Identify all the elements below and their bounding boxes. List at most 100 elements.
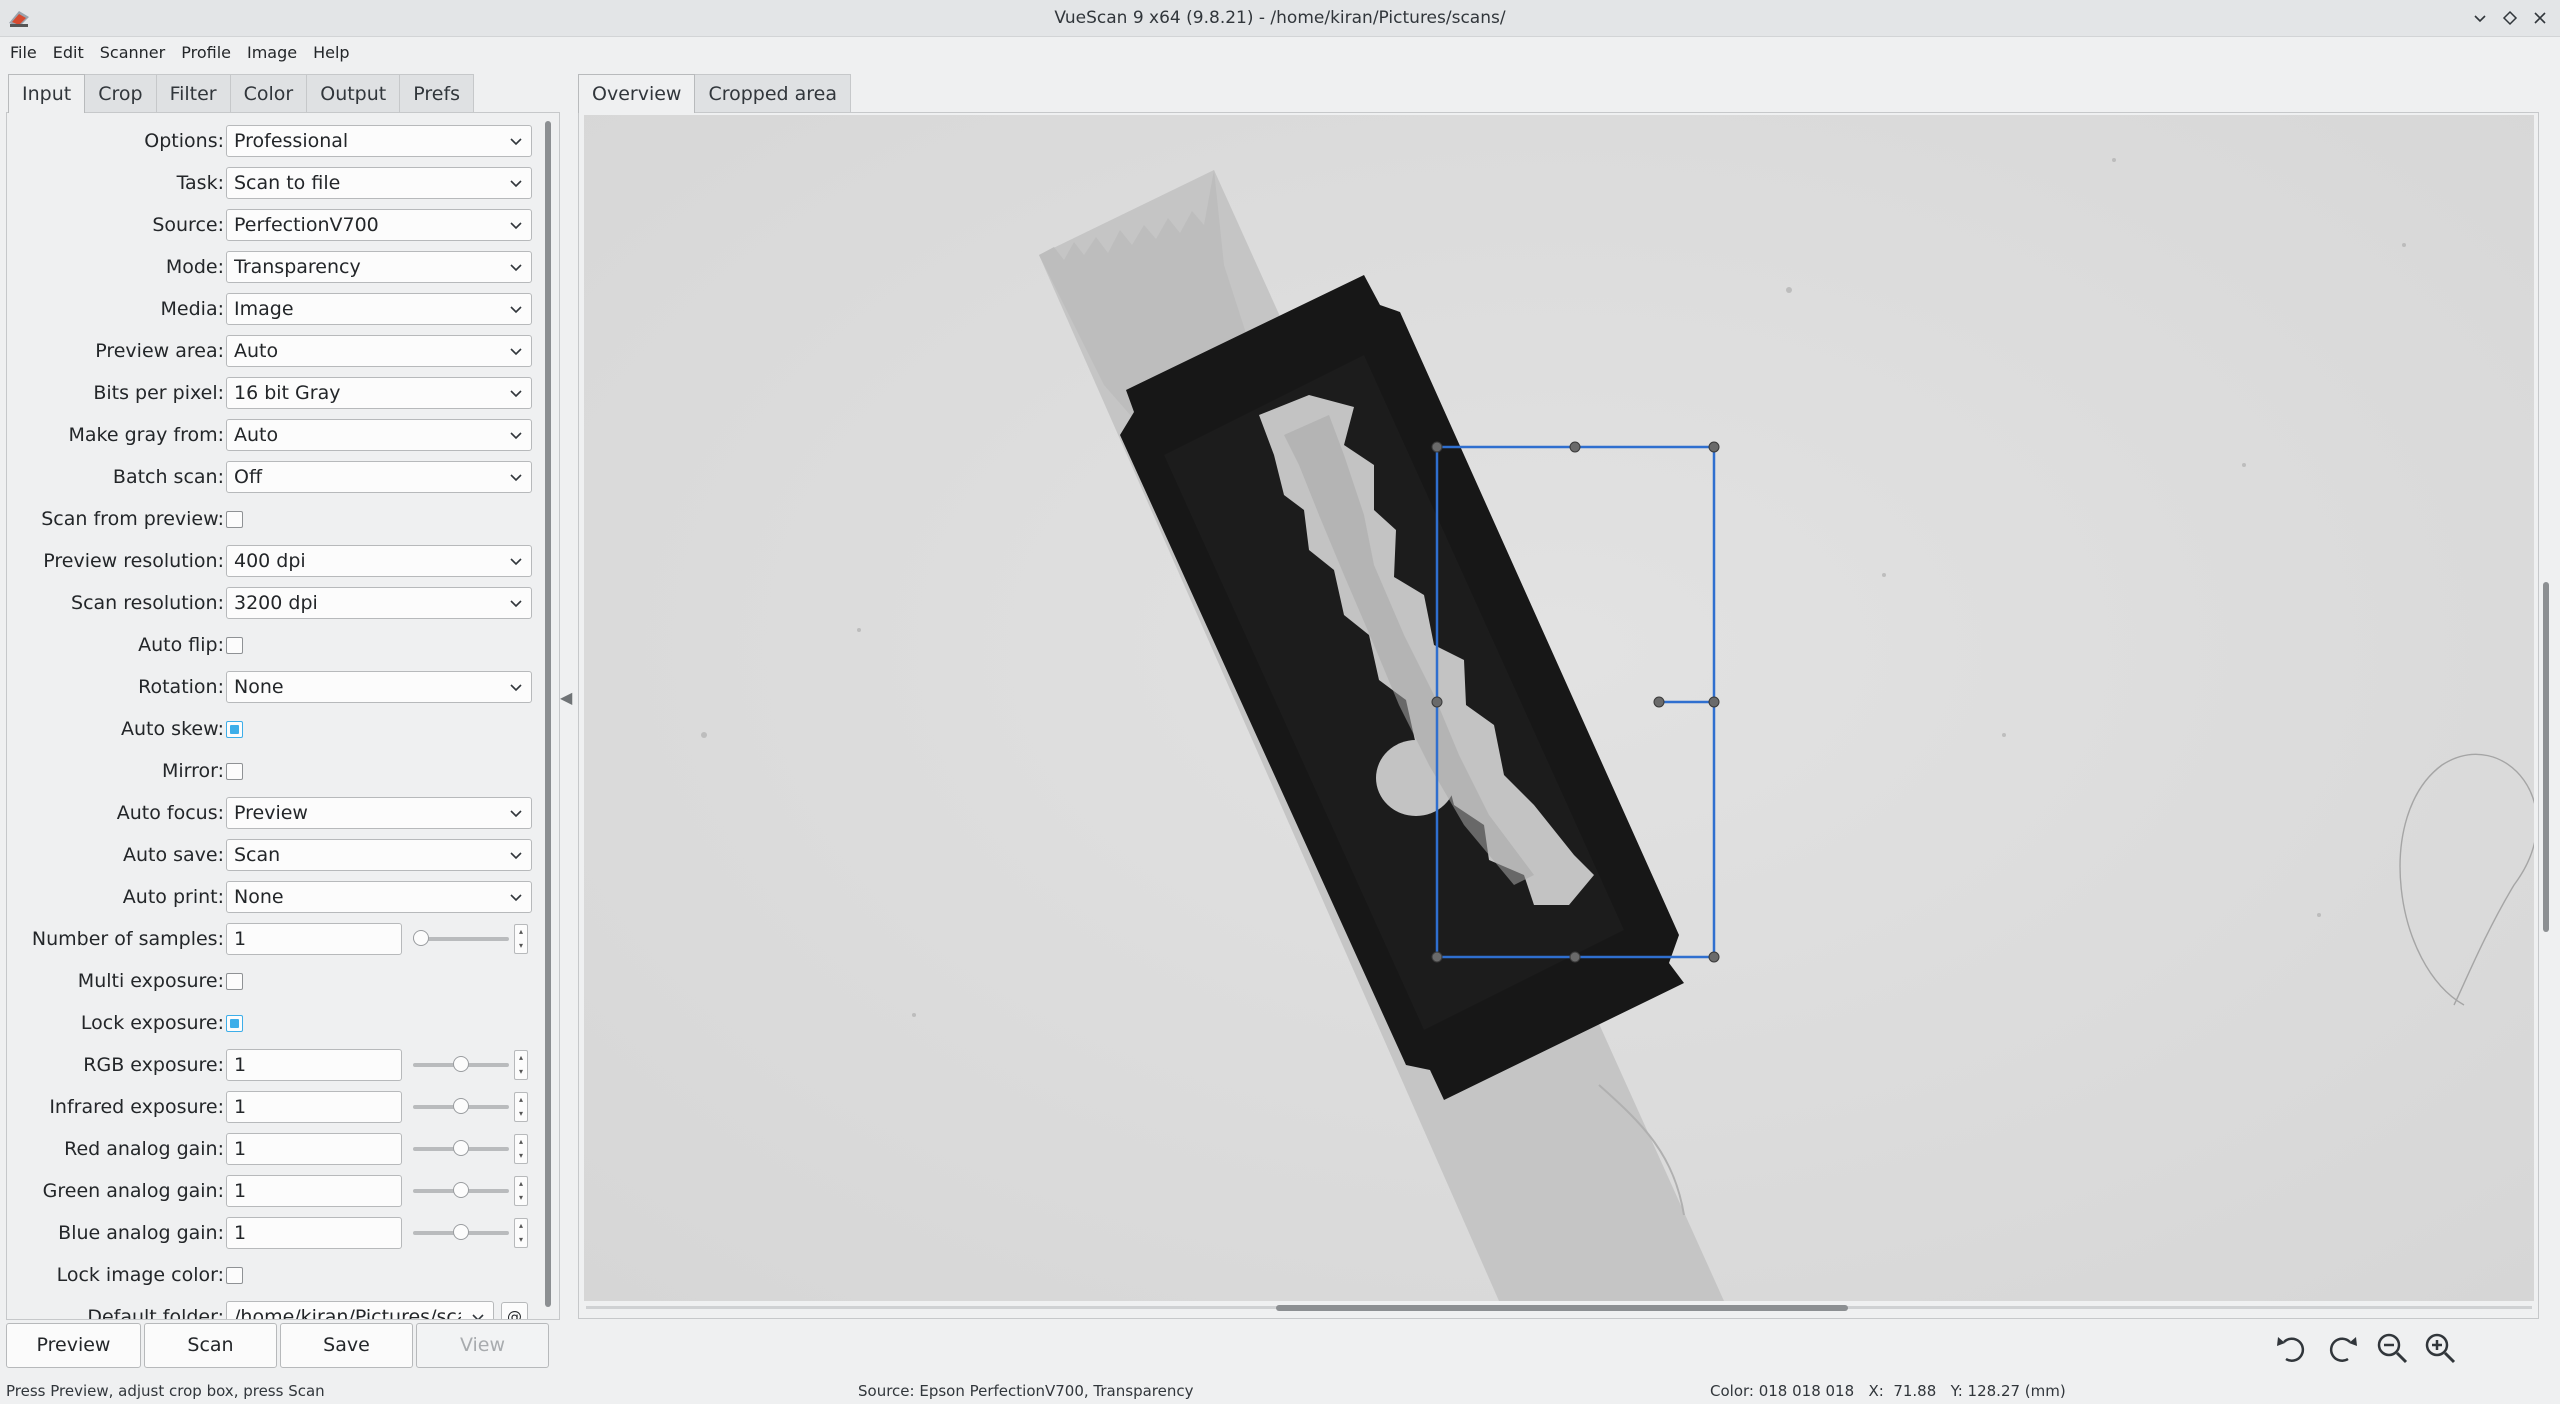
tab-input[interactable]: Input [8,74,86,113]
preview-area-select[interactable]: Auto [226,335,532,367]
auto-skew-checkbox[interactable] [226,721,243,738]
settings-scrollbar[interactable] [545,121,551,1307]
menu-profile[interactable]: Profile [181,43,231,62]
lock-image-color-checkbox[interactable] [226,1267,243,1284]
auto-flip-label: Auto flip: [138,634,224,656]
scan-button[interactable]: Scan [144,1323,277,1368]
infrared-exposure-slider[interactable] [413,1098,509,1114]
preview-area[interactable] [578,112,2539,1319]
chevron-down-icon [510,348,522,356]
slider-handle[interactable] [453,1056,469,1072]
slider-handle[interactable] [413,930,429,946]
menu-edit[interactable]: Edit [53,43,84,62]
mirror-checkbox[interactable] [226,763,243,780]
red-analog-gain-stepper[interactable]: ▴ ▾ [514,1134,528,1164]
number-of-samples-input[interactable]: 1 [226,923,402,955]
auto-save-select[interactable]: Scan [226,839,532,871]
slider-handle[interactable] [453,1140,469,1156]
setting-row-auto-print: Auto print: None [7,879,537,915]
slider-handle[interactable] [453,1224,469,1240]
red-analog-gain-slider[interactable] [413,1140,509,1156]
tab-prefs[interactable]: Prefs [399,74,475,112]
collapse-panel-arrow-icon[interactable]: ◀ [560,688,574,712]
green-analog-gain-stepper[interactable]: ▴ ▾ [514,1176,528,1206]
task-select[interactable]: Scan to file [226,167,532,199]
multi-exposure-label: Multi exposure: [77,970,224,992]
tab-cropped-area[interactable]: Cropped area [694,74,852,112]
setting-row-blue-analog-gain: Blue analog gain: 1 ▴ ▾ [7,1215,537,1251]
auto-focus-select[interactable]: Preview [226,797,532,829]
restore-icon[interactable] [2496,4,2524,32]
scan-preview-image[interactable] [584,115,2534,1301]
preview-resolution-label: Preview resolution: [43,550,224,572]
green-analog-gain-input[interactable]: 1 [226,1175,402,1207]
rotate-right-icon[interactable] [2322,1328,2362,1368]
media-select[interactable]: Image [226,293,532,325]
red-analog-gain-input[interactable]: 1 [226,1133,402,1165]
media-label: Media: [160,298,224,320]
save-button[interactable]: Save [280,1323,413,1368]
menu-scanner[interactable]: Scanner [100,43,165,62]
options-label: Options: [144,130,224,152]
slider-handle[interactable] [453,1098,469,1114]
setting-row-lock-image-color: Lock image color: [7,1257,537,1293]
tab-filter[interactable]: Filter [155,74,231,112]
close-icon[interactable] [2526,4,2554,32]
auto-flip-checkbox[interactable] [226,637,243,654]
make-gray-from-select[interactable]: Auto [226,419,532,451]
chevron-down-icon [510,432,522,440]
make-gray-from-label: Make gray from: [68,424,224,446]
menu-image[interactable]: Image [247,43,297,62]
zoom-in-icon[interactable] [2420,1328,2460,1368]
menu-file[interactable]: File [10,43,37,62]
auto-print-select[interactable]: None [226,881,532,913]
rotation-select[interactable]: None [226,671,532,703]
batch-scan-label: Batch scan: [112,466,224,488]
blue-analog-gain-input[interactable]: 1 [226,1217,402,1249]
chevron-down-icon [472,1314,484,1319]
default-folder-select[interactable]: /home/kiran/Pictures/scar [226,1301,494,1319]
chevron-down-icon [510,138,522,146]
setting-row-scan-from-preview: Scan from preview: [7,501,537,537]
rgb-exposure-stepper[interactable]: ▴ ▾ [514,1050,528,1080]
tab-overview[interactable]: Overview [578,74,696,113]
mode-select[interactable]: Transparency [226,251,532,283]
menu-help[interactable]: Help [313,43,349,62]
setting-row-number-of-samples: Number of samples: 1 ▴ ▾ [7,921,537,957]
number-of-samples-stepper[interactable]: ▴ ▾ [514,924,528,954]
multi-exposure-checkbox[interactable] [226,973,243,990]
bits-per-pixel-label: Bits per pixel: [93,382,224,404]
source-select[interactable]: PerfectionV700 [226,209,532,241]
green-analog-gain-slider[interactable] [413,1182,509,1198]
blue-analog-gain-slider[interactable] [413,1224,509,1240]
tab-crop[interactable]: Crop [84,74,157,112]
scan-from-preview-checkbox[interactable] [226,511,243,528]
browse-folder-button[interactable]: @ [501,1302,528,1319]
tab-output[interactable]: Output [306,74,401,112]
setting-row-auto-flip: Auto flip: [7,627,537,663]
bits-per-pixel-select[interactable]: 16 bit Gray [226,377,532,409]
view-button[interactable]: View [416,1323,549,1368]
number-of-samples-slider[interactable] [413,930,509,946]
auto-save-label: Auto save: [122,844,224,866]
infrared-exposure-input[interactable]: 1 [226,1091,402,1123]
options-select[interactable]: Professional [226,125,532,157]
infrared-exposure-stepper[interactable]: ▴ ▾ [514,1092,528,1122]
preview-resolution-select[interactable]: 400 dpi [226,545,532,577]
blue-analog-gain-stepper[interactable]: ▴ ▾ [514,1218,528,1248]
rgb-exposure-slider[interactable] [413,1056,509,1072]
preview-vertical-scrollbar[interactable] [2543,582,2549,932]
zoom-out-icon[interactable] [2372,1328,2412,1368]
slider-handle[interactable] [453,1182,469,1198]
tab-color[interactable]: Color [229,74,308,112]
lock-exposure-checkbox[interactable] [226,1015,243,1032]
minimize-chevron-icon[interactable] [2466,4,2494,32]
rotate-left-icon[interactable] [2272,1328,2312,1368]
setting-row-mode: Mode: Transparency [7,249,537,285]
status-readout: Color: 018 018 018 X: 71.88 Y: 128.27 (m… [1710,1382,2066,1400]
scan-resolution-select[interactable]: 3200 dpi [226,587,532,619]
preview-horizontal-scrollbar[interactable] [1276,1305,1848,1311]
rgb-exposure-input[interactable]: 1 [226,1049,402,1081]
batch-scan-select[interactable]: Off [226,461,532,493]
preview-button[interactable]: Preview [6,1323,141,1368]
